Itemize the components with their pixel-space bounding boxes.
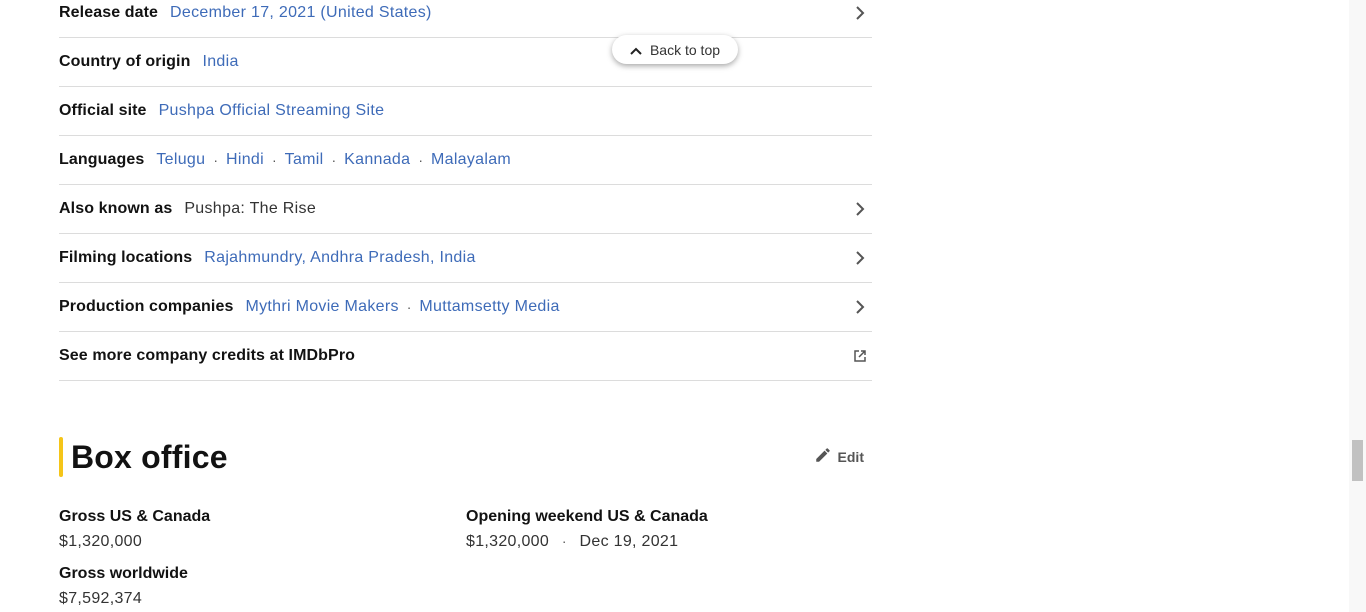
separator-dot: ·	[213, 152, 218, 168]
filming-locations-label: Filming locations	[59, 249, 193, 266]
country-link[interactable]: India	[202, 53, 238, 71]
opening-weekend-stat: Opening weekend US & Canada $1,320,000 ·…	[466, 505, 708, 554]
release-date-link[interactable]: December 17, 2021 (United States)	[170, 4, 432, 22]
production-companies-label: Production companies	[59, 298, 234, 315]
official-site-row: Official site Pushpa Official Streaming …	[59, 87, 872, 136]
gross-worldwide-stat: Gross worldwide $7,592,374	[59, 562, 188, 611]
filming-locations-row[interactable]: Filming locations Rajahmundry, Andhra Pr…	[59, 234, 872, 283]
gross-worldwide-value: $7,592,374	[59, 590, 143, 607]
scrollbar-thumb[interactable]	[1352, 440, 1363, 481]
also-known-as-row[interactable]: Also known as Pushpa: The Rise	[59, 185, 872, 234]
separator-dot: ·	[271, 152, 277, 168]
imdbpro-credits-link[interactable]: See more company credits at IMDbPro	[59, 347, 355, 365]
also-known-as-label: Also known as	[59, 200, 173, 217]
back-to-top-label: Back to top	[649, 41, 721, 58]
production-company-link[interactable]: Mythri Movie Makers	[245, 298, 398, 316]
edit-button[interactable]: Edit	[814, 446, 864, 467]
chevron-up-icon	[630, 42, 642, 58]
separator-dot: ·	[418, 152, 423, 168]
languages-row: Languages Telugu · Hindi · Tamil · Kanna…	[59, 136, 872, 185]
gross-worldwide-label: Gross worldwide	[59, 565, 188, 582]
opening-weekend-amount: $1,320,000	[466, 533, 550, 550]
section-accent-bar	[59, 437, 63, 477]
separator-dot: ·	[331, 152, 337, 168]
pencil-icon	[814, 446, 832, 467]
production-company-link[interactable]: Muttamsetty Media	[419, 298, 559, 316]
gross-us-label: Gross US & Canada	[59, 508, 211, 525]
language-link[interactable]: Malayalam	[431, 151, 511, 169]
official-site-label: Official site	[59, 102, 147, 119]
country-row: Country of origin India	[59, 38, 872, 87]
chevron-right-icon[interactable]	[852, 250, 868, 266]
details-list: Release date December 17, 2021 (United S…	[59, 0, 872, 381]
separator-dot: ·	[406, 299, 412, 315]
production-companies-row[interactable]: Production companies Mythri Movie Makers…	[59, 283, 872, 332]
language-link[interactable]: Tamil	[285, 151, 324, 169]
release-date-label: Release date	[59, 4, 159, 21]
vertical-scrollbar[interactable]	[1349, 0, 1366, 612]
chevron-right-icon[interactable]	[852, 299, 868, 315]
release-date-row[interactable]: Release date December 17, 2021 (United S…	[59, 0, 872, 38]
chevron-right-icon[interactable]	[852, 5, 868, 21]
back-to-top-button[interactable]: Back to top	[612, 35, 738, 64]
imdbpro-credits-row[interactable]: See more company credits at IMDbPro	[59, 332, 872, 381]
box-office-header: Box office Edit	[59, 437, 872, 477]
filming-location-link[interactable]: Rajahmundry, Andhra Pradesh, India	[204, 249, 475, 267]
language-link[interactable]: Telugu	[156, 151, 205, 169]
box-office-title: Box office	[71, 439, 228, 475]
also-known-as-value: Pushpa: The Rise	[184, 200, 317, 217]
gross-us-stat: Gross US & Canada $1,320,000	[59, 505, 210, 554]
opening-weekend-date: Dec 19, 2021	[579, 533, 679, 550]
language-link[interactable]: Hindi	[226, 151, 264, 169]
gross-us-value: $1,320,000	[59, 533, 143, 550]
edit-label: Edit	[837, 448, 864, 465]
chevron-right-icon[interactable]	[852, 201, 868, 217]
languages-label: Languages	[59, 151, 145, 168]
country-label: Country of origin	[59, 53, 191, 70]
language-link[interactable]: Kannada	[344, 151, 410, 169]
opening-weekend-label: Opening weekend US & Canada	[466, 508, 708, 525]
official-site-link[interactable]: Pushpa Official Streaming Site	[159, 102, 385, 120]
external-link-icon[interactable]	[852, 348, 868, 364]
separator-dot: ·	[561, 533, 567, 549]
opening-weekend-value: $1,320,000 · Dec 19, 2021	[466, 529, 708, 554]
